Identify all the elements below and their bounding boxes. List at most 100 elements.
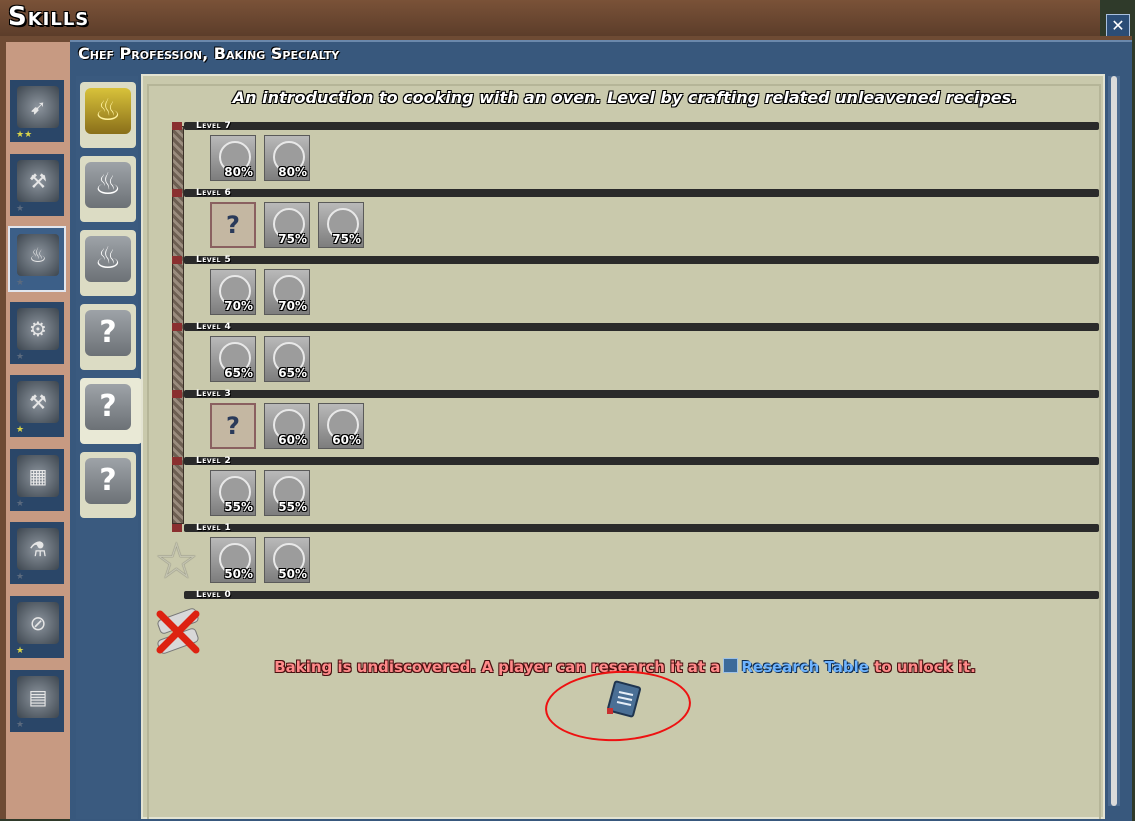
specialty-tile[interactable]: ♨ bbox=[80, 156, 136, 222]
specialty-tile[interactable]: ♨ bbox=[80, 82, 136, 148]
sidebar-item-workbench[interactable]: ⚒ ★ bbox=[8, 373, 66, 439]
level-bar bbox=[184, 457, 1099, 465]
level-label: Level 3 bbox=[196, 389, 232, 399]
level-label: Level 2 bbox=[196, 456, 232, 466]
level-bar bbox=[184, 390, 1099, 398]
crossbow-icon: ➹ bbox=[17, 86, 59, 128]
talent-dial[interactable]: 70% bbox=[210, 269, 256, 315]
skill-stars: ★ bbox=[16, 572, 25, 582]
sidebar-item-paper-roll[interactable]: ▤ ★ bbox=[8, 668, 66, 734]
window-titlebar: Skills bbox=[0, 0, 1100, 38]
research-table-icon bbox=[723, 658, 739, 673]
talent-stars[interactable]: 75% bbox=[318, 202, 364, 248]
level-bar bbox=[184, 591, 1099, 599]
level-label: Level 0 bbox=[196, 590, 232, 600]
talent-dial[interactable]: 60% bbox=[264, 403, 310, 449]
question-icon: ? bbox=[85, 384, 131, 430]
talent-stars[interactable]: 55% bbox=[264, 470, 310, 516]
scrollbar-thumb[interactable] bbox=[1111, 76, 1117, 806]
smelter-icon: ⚗ bbox=[17, 528, 59, 570]
talent-dial[interactable]: 50% bbox=[210, 537, 256, 583]
paper-roll-icon: ▤ bbox=[17, 676, 59, 718]
level-label: Level 6 bbox=[196, 188, 232, 198]
skill-stars: ★ bbox=[16, 204, 25, 214]
locked-x-icon bbox=[156, 608, 200, 654]
stone-blocks-icon: ▦ bbox=[17, 455, 59, 497]
sidebar-item-anvil[interactable]: ⚒ ★ bbox=[8, 152, 66, 218]
talent-stars[interactable]: 65% bbox=[264, 336, 310, 382]
campfire-icon: ♨ bbox=[85, 88, 131, 134]
talent-percent: 70% bbox=[278, 299, 307, 313]
level-bar bbox=[184, 323, 1099, 331]
skill-stars: ★ bbox=[16, 352, 25, 362]
talent-percent: 60% bbox=[332, 433, 361, 447]
talent-percent: 80% bbox=[278, 165, 307, 179]
talent-percent: 50% bbox=[224, 567, 253, 581]
talent-percent: 65% bbox=[278, 366, 307, 380]
sidebar-item-sawmill[interactable]: ⊘ ★ bbox=[8, 594, 66, 660]
specialty-tile[interactable]: ? bbox=[80, 378, 142, 444]
skill-stars: ★ bbox=[16, 720, 25, 730]
level-cap bbox=[172, 189, 182, 197]
panel-subtitle: Chef Profession, Baking Specialty bbox=[78, 44, 340, 63]
cooking-pot-icon: ♨ bbox=[85, 236, 131, 282]
talent-percent: 80% bbox=[224, 165, 253, 179]
sidebar-item-smelter[interactable]: ⚗ ★ bbox=[8, 520, 66, 586]
level-label: Level 7 bbox=[196, 121, 232, 131]
anvil-icon: ⚒ bbox=[17, 160, 59, 202]
question-icon: ? bbox=[85, 458, 131, 504]
talent-percent: 50% bbox=[278, 567, 307, 581]
level-bar bbox=[184, 256, 1099, 264]
talent-dial[interactable]: 55% bbox=[210, 470, 256, 516]
sidebar-item-crossbow[interactable]: ➹ ★★ bbox=[8, 78, 66, 144]
research-table-link[interactable]: Research Table bbox=[741, 658, 869, 676]
skill-stars: ★★ bbox=[16, 130, 33, 140]
talent-dial[interactable]: 75% bbox=[264, 202, 310, 248]
sawmill-icon: ⊘ bbox=[17, 602, 59, 644]
workbench-icon: ⚒ bbox=[17, 381, 59, 423]
talent-stars[interactable]: 60% bbox=[318, 403, 364, 449]
skill-stars: ★ bbox=[16, 425, 25, 435]
undiscovered-suffix: to unlock it. bbox=[874, 658, 976, 676]
talent-percent: 55% bbox=[224, 500, 253, 514]
sidebar-item-stone-blocks[interactable]: ▦ ★ bbox=[8, 447, 66, 513]
talent-dial[interactable]: 65% bbox=[210, 336, 256, 382]
level-bar bbox=[184, 122, 1099, 130]
specialty-tile[interactable]: ♨ bbox=[80, 230, 136, 296]
specialty-tile[interactable]: ? bbox=[80, 304, 136, 370]
talent-percent: 65% bbox=[224, 366, 253, 380]
talent-stars[interactable]: 80% bbox=[264, 135, 310, 181]
talent-dial[interactable]: 80% bbox=[210, 135, 256, 181]
specialty-tile[interactable]: ? bbox=[80, 452, 136, 518]
question-icon: ? bbox=[226, 211, 240, 239]
cooking-pot-icon: ♨ bbox=[85, 162, 131, 208]
level-cap bbox=[172, 323, 182, 331]
level-bar bbox=[184, 189, 1099, 197]
star-icon: ☆ bbox=[154, 532, 199, 590]
level-cap bbox=[172, 457, 182, 465]
talent-percent: 55% bbox=[278, 500, 307, 514]
skill-stars: ★ bbox=[16, 646, 25, 656]
talent-percent: 70% bbox=[224, 299, 253, 313]
level-label: Level 1 bbox=[196, 523, 232, 533]
talent-stars[interactable]: 70% bbox=[264, 269, 310, 315]
level-cap bbox=[172, 122, 182, 130]
cooking-pot-icon: ♨ bbox=[17, 234, 59, 276]
engine-icon: ⚙ bbox=[17, 308, 59, 350]
talent-percent: 75% bbox=[332, 232, 361, 246]
locked-talent[interactable]: ? bbox=[210, 202, 256, 248]
level-bar bbox=[184, 524, 1099, 532]
scrollbar[interactable] bbox=[1108, 76, 1120, 806]
talent-percent: 60% bbox=[278, 433, 307, 447]
level-label: Level 5 bbox=[196, 255, 232, 265]
talent-stars[interactable]: 50% bbox=[264, 537, 310, 583]
level-cap bbox=[172, 390, 182, 398]
question-icon: ? bbox=[85, 310, 131, 356]
sidebar-item-cooking-pot[interactable]: ♨ ★ bbox=[8, 226, 66, 292]
sidebar-item-engine[interactable]: ⚙ ★ bbox=[8, 300, 66, 366]
close-button[interactable]: ✕ bbox=[1106, 14, 1130, 38]
specialty-description: An introduction to cooking with an oven.… bbox=[232, 88, 1018, 107]
locked-talent[interactable]: ? bbox=[210, 403, 256, 449]
skill-stars: ★ bbox=[16, 278, 25, 288]
talent-percent: 75% bbox=[278, 232, 307, 246]
